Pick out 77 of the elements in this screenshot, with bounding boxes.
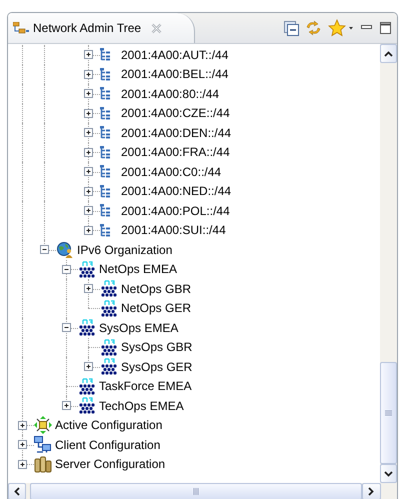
sync-icon[interactable] [305,20,322,36]
maximize-icon[interactable] [379,21,392,35]
expand-icon[interactable] [62,401,71,410]
expand-icon[interactable] [84,226,93,234]
tree-item[interactable]: TaskForce EMEA [98,379,192,394]
org-icon [78,319,96,336]
org-icon [78,378,96,395]
server-stack-icon [34,455,52,474]
tree-item[interactable]: 2001:4A00:80::/44 [120,86,220,101]
expand-icon[interactable] [84,284,93,293]
collapse-icon[interactable] [62,264,71,274]
tree-item[interactable]: SysOps GBR [120,340,192,354]
tree-item[interactable]: 2001:4A00:BEL::/44 [120,67,228,82]
prefix-icon [100,165,111,178]
org-icon [78,397,96,414]
expand-icon[interactable] [18,420,27,430]
tree-item[interactable]: Active Configuration [54,418,162,432]
collapse-icon[interactable] [40,245,49,254]
scroll-down-button[interactable] [380,464,397,483]
expand-icon[interactable] [84,148,93,156]
prefix-icon [100,126,111,140]
globe-people-icon [56,242,74,258]
org-icon [100,338,118,356]
expand-icon[interactable] [84,89,93,98]
expand-icon[interactable] [84,70,93,78]
org-icon [100,358,118,376]
expand-icon[interactable] [18,460,27,468]
scroll-left-button[interactable] [8,483,26,499]
prefix-icon [100,48,111,62]
tab-title: Network Admin Tree [33,21,142,35]
tree-item[interactable]: Client Configuration [54,438,160,452]
tree-item[interactable]: NetOps GER [120,301,192,316]
vertical-scrollbar[interactable] [380,44,397,483]
tree-item[interactable]: Server Configuration [54,457,166,472]
org-icon [100,280,118,298]
expand-icon[interactable] [84,167,93,176]
expand-icon[interactable] [84,108,93,118]
expand-icon[interactable] [84,362,93,371]
prefix-icon [100,68,111,81]
tree-item[interactable]: 2001:4A00:NED::/44 [120,184,232,198]
org-icon [78,260,96,278]
tree-item[interactable]: IPv6 Organization [76,242,172,257]
tree-item[interactable]: SysOps EMEA [98,320,178,335]
expand-icon[interactable] [84,50,93,59]
expand-icon[interactable] [84,186,93,196]
close-icon[interactable] [151,22,162,34]
tree-item[interactable]: 2001:4A00:SUI::/44 [120,223,226,238]
collapse-all-icon[interactable] [284,20,299,36]
tree-item[interactable]: 2001:4A00:AUT::/44 [120,48,228,62]
network-node-icon [34,416,52,434]
prefix-icon [100,106,111,120]
scroll-up-button[interactable] [380,44,397,63]
tree-item[interactable]: NetOps EMEA [98,262,178,276]
tree-item[interactable]: 2001:4A00:DEN::/44 [120,126,232,140]
scroll-thumb[interactable] [380,362,397,464]
expand-icon[interactable] [18,440,27,449]
prefix-icon [100,146,111,159]
scroll-right-button[interactable] [362,483,381,499]
tree-view-icon [13,22,29,34]
expand-icon[interactable] [84,206,93,215]
star-menu-icon[interactable] [328,19,354,37]
prefix-icon [100,87,111,100]
tree-item[interactable]: 2001:4A00:CZE::/44 [120,106,230,120]
org-icon [100,300,118,317]
computers-icon [34,436,51,454]
tree-item[interactable]: 2001:4A00:POL::/44 [120,204,230,218]
tree-item[interactable]: TechOps EMEA [98,398,184,413]
tree-item[interactable]: 2001:4A00:C0::/44 [120,164,222,179]
tree-item[interactable]: NetOps GBR [120,282,192,296]
view-tab[interactable]: Network Admin Tree [8,13,196,43]
prefix-icon [100,224,111,237]
expand-icon[interactable] [84,128,93,137]
collapse-icon[interactable] [62,323,71,332]
tree-item[interactable]: 2001:4A00:FRA::/44 [120,145,230,160]
prefix-icon [100,204,111,218]
tree-item[interactable]: SysOps GER [120,360,192,374]
prefix-icon [100,184,111,198]
